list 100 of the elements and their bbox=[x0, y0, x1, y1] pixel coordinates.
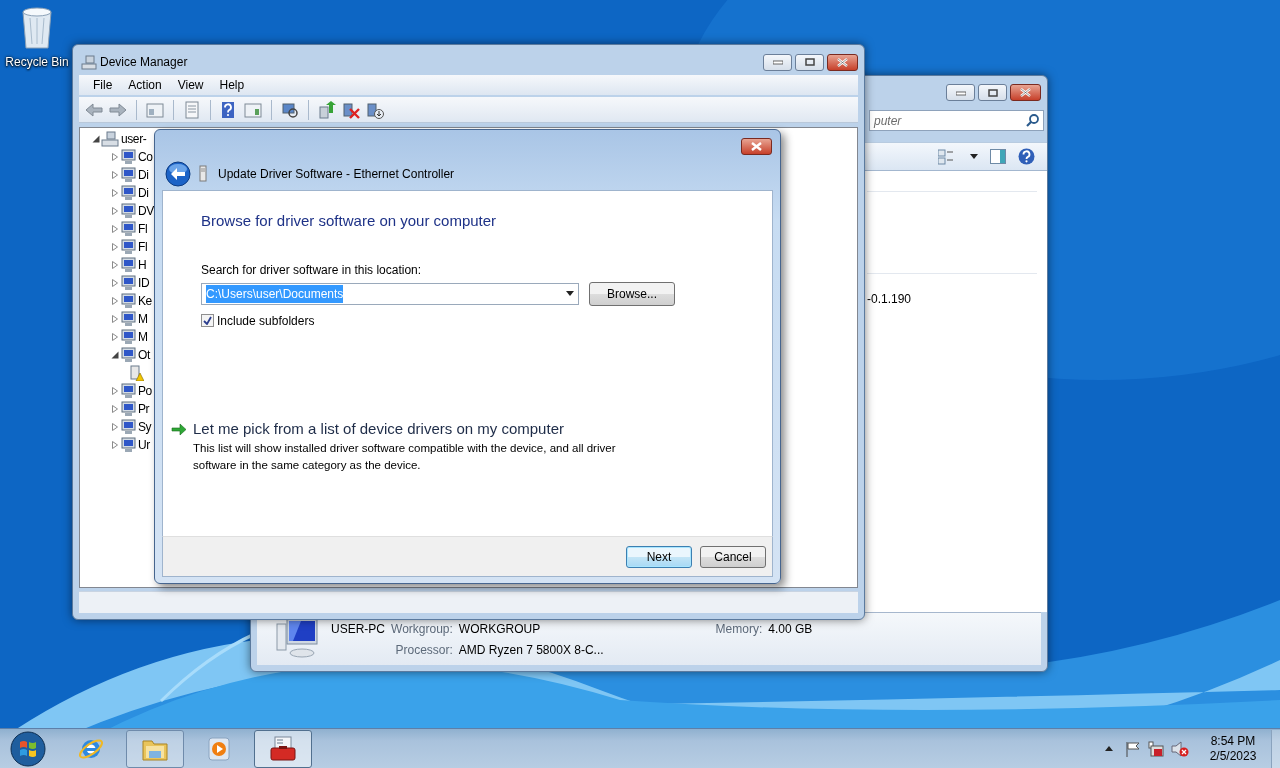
field-value: WORKGROUP bbox=[458, 621, 542, 638]
expand-arrow-icon[interactable] bbox=[111, 387, 119, 395]
tree-item[interactable]: DV bbox=[138, 202, 154, 220]
device-icon bbox=[120, 185, 136, 201]
expand-arrow-icon[interactable] bbox=[111, 333, 119, 341]
field-label: Search for driver software in this location: bbox=[201, 261, 423, 279]
computer-icon bbox=[81, 54, 97, 70]
computer-name: USER-PC bbox=[331, 621, 385, 638]
desktop-icon-label[interactable]: Recycle Bin bbox=[5, 53, 69, 71]
expand-arrow-icon[interactable] bbox=[111, 441, 119, 449]
close-icon bbox=[751, 142, 762, 151]
expand-arrow-icon[interactable] bbox=[111, 171, 119, 179]
expand-arrow-icon[interactable] bbox=[111, 207, 119, 215]
scan-icon[interactable] bbox=[281, 100, 299, 119]
expand-arrow-icon[interactable] bbox=[111, 279, 119, 287]
forward-icon[interactable] bbox=[109, 100, 127, 119]
search-field[interactable]: puter bbox=[869, 110, 1044, 131]
clock-time[interactable]: 8:54 PM bbox=[1201, 733, 1265, 749]
check-icon bbox=[203, 316, 212, 325]
tree-item[interactable]: M bbox=[138, 310, 148, 328]
back-button[interactable] bbox=[165, 161, 191, 187]
device-icon bbox=[120, 293, 136, 309]
tree-item[interactable]: Sy bbox=[138, 418, 152, 436]
tree-item[interactable]: Co bbox=[138, 148, 153, 166]
flag-icon[interactable] bbox=[1125, 740, 1141, 757]
maximize-button[interactable] bbox=[978, 84, 1007, 101]
expand-arrow-icon[interactable] bbox=[111, 153, 119, 161]
close-button[interactable] bbox=[741, 138, 772, 155]
expand-arrow-icon[interactable] bbox=[111, 297, 119, 305]
field-value: 4.00 GB bbox=[768, 621, 813, 638]
tree-item[interactable]: Ke bbox=[138, 292, 152, 310]
device-icon bbox=[120, 257, 136, 273]
collapse-arrow-icon[interactable] bbox=[111, 351, 119, 359]
close-button[interactable] bbox=[827, 53, 858, 71]
tree-item[interactable]: Fl bbox=[138, 238, 148, 256]
search-icon[interactable] bbox=[1026, 114, 1039, 127]
tree-item[interactable]: Po bbox=[138, 382, 152, 400]
minimize-icon bbox=[955, 89, 966, 96]
expand-arrow-icon[interactable] bbox=[111, 405, 119, 413]
dialog-title: Update Driver Software - Ethernet Controller bbox=[218, 166, 455, 183]
expand-arrow-icon[interactable] bbox=[111, 261, 119, 269]
taskbar-button[interactable] bbox=[254, 729, 312, 768]
disable-icon[interactable] bbox=[366, 100, 384, 119]
dialog-button[interactable]: Cancel bbox=[700, 545, 766, 568]
close-button[interactable] bbox=[1010, 84, 1041, 101]
tree-item[interactable]: H bbox=[138, 256, 147, 274]
expand-arrow-icon[interactable] bbox=[111, 189, 119, 197]
tree-item[interactable]: user- bbox=[121, 130, 147, 148]
menu-item[interactable]: View bbox=[169, 75, 212, 95]
expand-arrow-icon[interactable] bbox=[111, 315, 119, 323]
maximize-button[interactable] bbox=[795, 53, 824, 71]
checkbox[interactable] bbox=[201, 314, 214, 327]
arrow-icon[interactable] bbox=[171, 422, 187, 436]
clock-date[interactable]: 2/5/2023 bbox=[1201, 748, 1265, 764]
recycle-bin-icon[interactable] bbox=[19, 6, 55, 50]
tree-item[interactable]: Di bbox=[138, 184, 149, 202]
expand-arrow-icon[interactable] bbox=[111, 423, 119, 431]
collapse-arrow-icon[interactable] bbox=[92, 135, 100, 143]
tree-item[interactable]: ID bbox=[138, 274, 150, 292]
network-icon[interactable] bbox=[1147, 740, 1165, 757]
device-icon bbox=[120, 221, 136, 237]
panel-icon[interactable] bbox=[244, 100, 262, 119]
uninstall-icon[interactable] bbox=[342, 100, 360, 119]
tree-item[interactable]: M bbox=[138, 328, 148, 346]
dialog-button[interactable]: Next bbox=[626, 545, 692, 568]
browse-button[interactable]: Browse... bbox=[589, 281, 675, 306]
minimize-button[interactable] bbox=[946, 84, 975, 101]
maximize-icon bbox=[804, 58, 815, 66]
tree-item[interactable]: Fl bbox=[138, 220, 148, 238]
device-icon bbox=[120, 347, 136, 363]
details-text: -0.1.190 bbox=[867, 291, 912, 308]
option-link[interactable]: Let me pick from a list of device drivers on my computer bbox=[193, 417, 564, 440]
help-icon[interactable] bbox=[1018, 148, 1035, 165]
tree-item[interactable]: Pr bbox=[138, 400, 150, 418]
device-icon bbox=[120, 401, 136, 417]
menu-item[interactable]: File bbox=[85, 75, 121, 95]
minimize-button[interactable] bbox=[763, 53, 792, 71]
update-icon[interactable] bbox=[318, 100, 336, 119]
tree-item[interactable]: Di bbox=[138, 166, 149, 184]
expand-arrow-icon[interactable] bbox=[111, 225, 119, 233]
expand-arrow-icon[interactable] bbox=[111, 243, 119, 251]
show-hidden-icons-icon[interactable] bbox=[1105, 746, 1113, 751]
field-label: Workgroup: bbox=[391, 621, 453, 638]
panel-icon[interactable] bbox=[146, 100, 164, 119]
muted-speaker-icon[interactable] bbox=[1171, 740, 1189, 757]
preview-pane-icon[interactable] bbox=[990, 149, 1006, 164]
tree-item[interactable]: Ot bbox=[138, 346, 150, 364]
close-icon bbox=[1020, 88, 1031, 97]
tree-item[interactable]: Ur bbox=[138, 436, 150, 454]
dropdown-arrow-icon[interactable] bbox=[566, 291, 574, 296]
dropdown-arrow-icon[interactable] bbox=[970, 154, 978, 159]
toolbox-icon bbox=[269, 734, 297, 763]
field-label: Memory: bbox=[715, 621, 763, 638]
menu-item[interactable]: Action bbox=[120, 75, 170, 95]
window-title: Device Manager bbox=[100, 54, 188, 71]
close-icon bbox=[837, 57, 848, 67]
menu-item[interactable]: Help bbox=[211, 75, 253, 95]
back-icon[interactable] bbox=[85, 100, 103, 119]
maximize-icon bbox=[987, 88, 998, 97]
device-icon bbox=[120, 419, 136, 435]
